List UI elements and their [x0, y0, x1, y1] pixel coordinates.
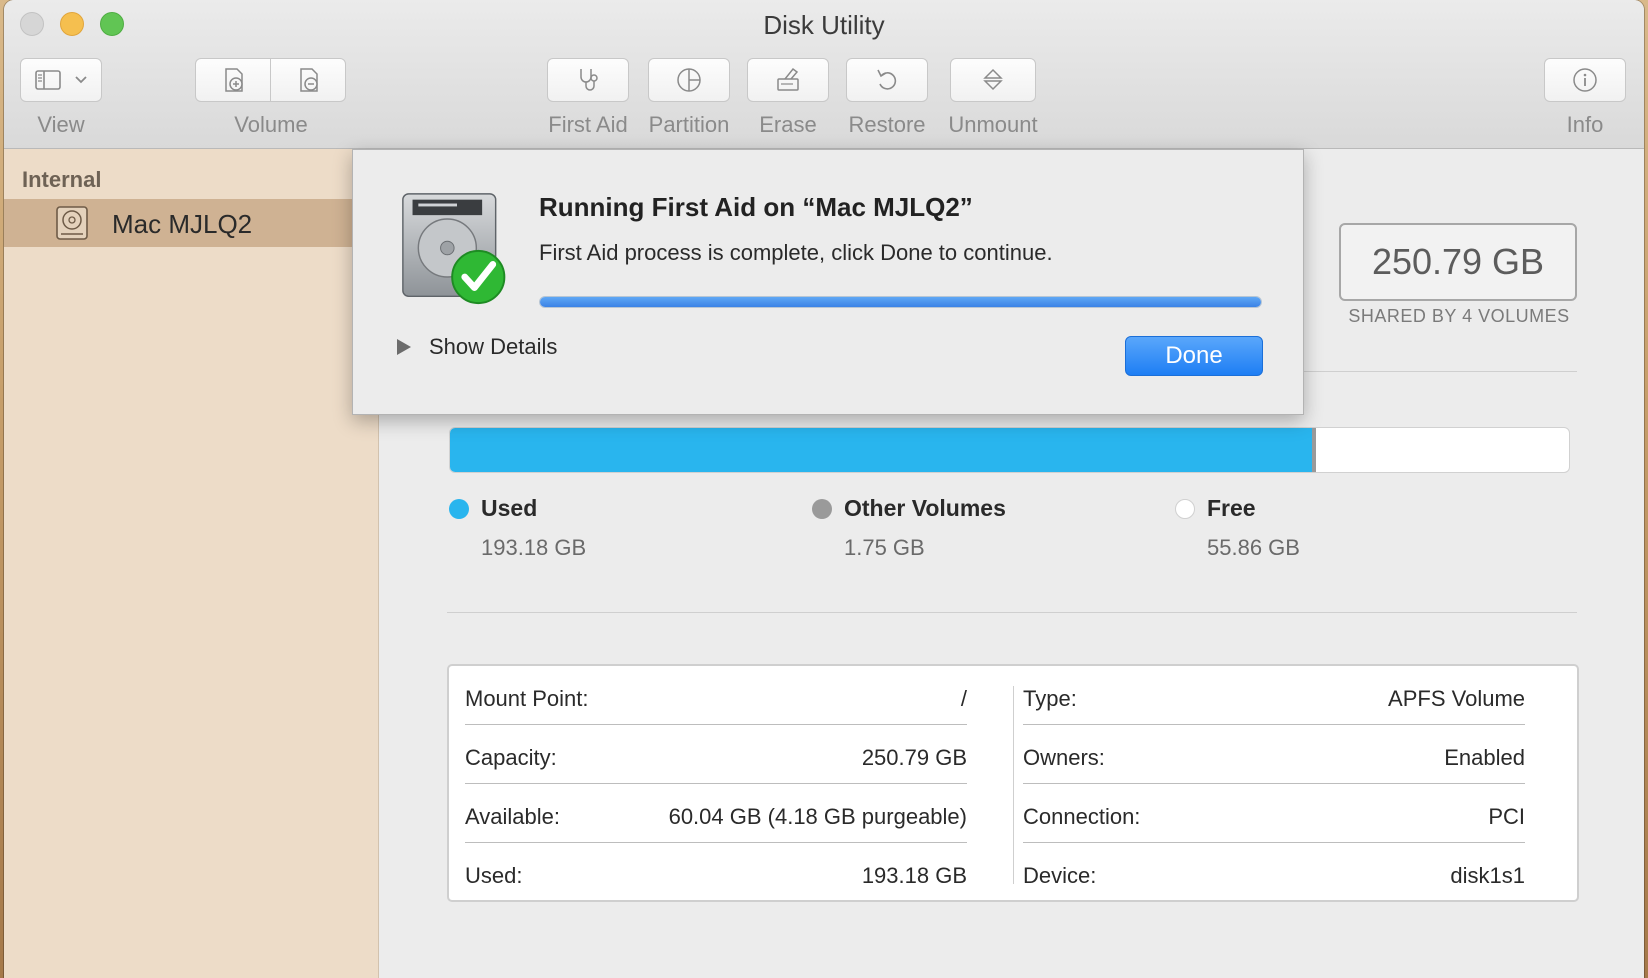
unmount-label: Unmount: [948, 112, 1038, 137]
legend-name: Used: [481, 495, 538, 521]
disk-utility-window: Disk Utility View Volume First Aid Parti…: [4, 0, 1644, 978]
erase-button[interactable]: [747, 58, 829, 102]
info-value: 193.18 GB: [861, 863, 967, 888]
capacity-subtitle: SHARED BY 4 VOLUMES: [1348, 306, 1570, 326]
info-row-available: Available: 60.04 GB (4.18 GB purgeable): [465, 784, 967, 843]
erase-icon: [777, 67, 799, 91]
info-icon: [1573, 68, 1597, 92]
partition-button[interactable]: [648, 58, 730, 102]
legend-value: 193.18 GB: [481, 535, 587, 560]
erase-label: Erase: [759, 112, 817, 137]
done-button[interactable]: Done: [1125, 336, 1263, 376]
legend-value: 1.75 GB: [844, 535, 925, 560]
info-key: Device:: [1023, 863, 1097, 888]
info-key: Connection:: [1023, 804, 1141, 829]
first-aid-label: First Aid: [548, 112, 628, 137]
view-label: View: [37, 112, 85, 137]
progress-fill: [540, 297, 1261, 307]
info-key: Used:: [465, 863, 523, 888]
unmount-button[interactable]: [950, 58, 1036, 102]
info-key: Available:: [465, 804, 560, 829]
first-aid-dialog: Running First Aid on “Mac MJLQ2” First A…: [352, 149, 1304, 415]
restore-label: Restore: [848, 112, 926, 137]
partition-pie-icon: [677, 68, 701, 92]
info-row-used: Used: 193.18 GB: [465, 843, 967, 902]
add-volume-icon: [225, 68, 243, 92]
usage-used-segment: [450, 428, 1312, 472]
eject-icon: [983, 68, 1003, 91]
dialog-title: Running First Aid on “Mac MJLQ2”: [539, 192, 973, 222]
info-value: PCI: [1488, 804, 1525, 829]
show-details-label: Show Details: [429, 334, 558, 359]
volume-label: Volume: [234, 112, 308, 137]
info-label: Info: [1566, 112, 1604, 137]
info-key: Owners:: [1023, 745, 1105, 770]
sidebar: Internal Mac MJLQ2: [4, 149, 379, 978]
restore-arrow-icon: [877, 69, 897, 90]
view-button[interactable]: [20, 58, 102, 102]
info-value: Enabled: [1444, 745, 1525, 770]
delete-volume-button[interactable]: [270, 58, 346, 102]
disclosure-triangle-icon: [397, 339, 411, 355]
used-color-dot: [449, 499, 469, 519]
sidebar-item-mac-mjlq2[interactable]: Mac MJLQ2: [4, 199, 378, 247]
dialog-message: First Aid process is complete, click Don…: [539, 240, 1053, 265]
add-volume-button[interactable]: [195, 58, 271, 102]
info-value: 250.79 GB: [861, 745, 967, 770]
disk-checkmark-icon: [402, 193, 506, 305]
volume-info-table: Mount Point: / Capacity: 250.79 GB Avail…: [447, 664, 1579, 902]
info-key: Capacity:: [465, 745, 557, 770]
stethoscope-icon: [580, 69, 598, 91]
info-row-connection: Connection: PCI: [1023, 784, 1525, 843]
info-value: 60.04 GB (4.18 GB purgeable): [668, 804, 967, 829]
window-title: Disk Utility: [763, 10, 885, 40]
usage-other-segment: [1311, 428, 1317, 472]
legend-value: 55.86 GB: [1207, 535, 1300, 560]
info-button[interactable]: [1544, 58, 1626, 102]
info-row-type: Type: APFS Volume: [1023, 666, 1525, 725]
sidebar-item-label: Mac MJLQ2: [112, 209, 253, 239]
progress-bar: [539, 296, 1262, 308]
legend-name: Other Volumes: [844, 495, 1006, 521]
remove-volume-icon: [300, 68, 318, 92]
info-row-capacity: Capacity: 250.79 GB: [465, 725, 967, 784]
info-key: Type:: [1023, 686, 1077, 711]
info-key: Mount Point:: [465, 686, 589, 711]
free-color-dot: [1175, 499, 1195, 519]
internal-disk-icon: [56, 206, 88, 240]
partition-label: Partition: [648, 112, 730, 137]
divider: [447, 612, 1577, 613]
info-value: disk1s1: [1450, 863, 1525, 888]
capacity-box: 250.79 GB: [1339, 223, 1577, 301]
info-value: APFS Volume: [1388, 686, 1525, 711]
chevron-down-icon: [75, 76, 87, 84]
first-aid-button[interactable]: [547, 58, 629, 102]
legend-name: Free: [1207, 495, 1256, 521]
sidebar-toggle-icon: [35, 70, 61, 90]
info-value: /: [960, 686, 967, 711]
usage-bar: [449, 427, 1570, 473]
sidebar-section-internal: Internal: [22, 167, 102, 192]
column-divider: [1013, 686, 1014, 884]
info-row-owners: Owners: Enabled: [1023, 725, 1525, 784]
other-color-dot: [812, 499, 832, 519]
title-toolbar: Disk Utility View Volume First Aid Parti…: [4, 0, 1644, 149]
show-details-disclosure[interactable]: Show Details: [397, 334, 557, 360]
info-row-mount-point: Mount Point: /: [465, 666, 967, 725]
restore-button[interactable]: [846, 58, 928, 102]
info-row-device: Device: disk1s1: [1023, 843, 1525, 902]
